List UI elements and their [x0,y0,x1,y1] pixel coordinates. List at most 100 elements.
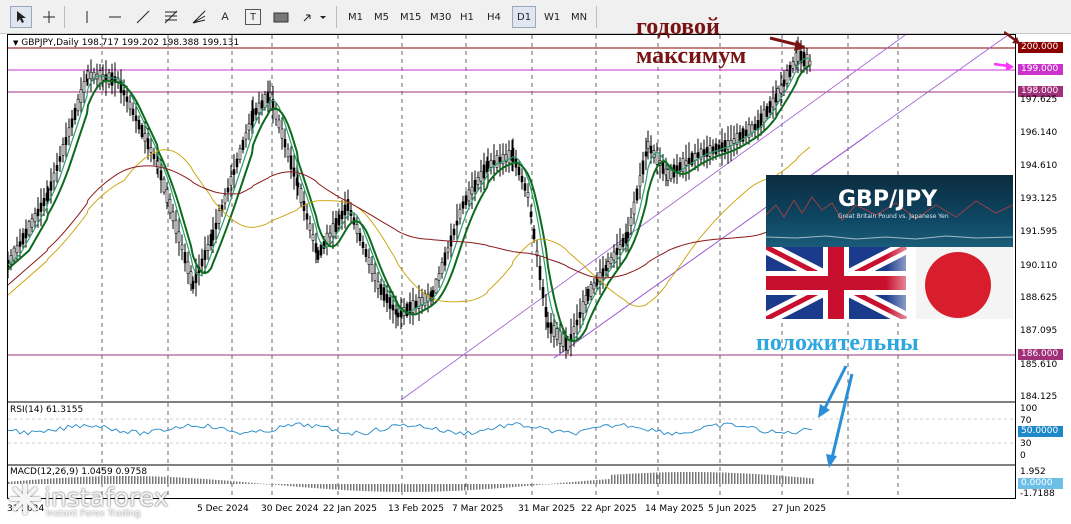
pair-title: GBP/JPY [838,187,938,212]
macd-bar [230,480,232,484]
macd-bar [341,484,343,490]
price-label: 184.125 [1020,392,1058,402]
candle-body [726,140,730,150]
timeframe-m5[interactable]: M5 [370,6,393,28]
macd-bar [557,483,559,484]
fan-icon[interactable] [188,6,210,28]
macd-bar [308,484,310,488]
date-label: 13 Feb 2025 [388,504,445,514]
candle-body [311,234,315,241]
text-tool-button[interactable]: A [214,6,236,28]
macd-bar [707,472,709,484]
candle-body [684,160,688,166]
price-label: 197.625 [1020,95,1058,105]
macd-bar [665,472,667,484]
candle-body [171,211,175,222]
candle-body [511,147,515,163]
macd-bar [701,472,703,484]
candle-body [156,160,160,170]
candle-body [479,170,483,182]
macd-bar [548,484,550,485]
timeframe-d1[interactable]: D1 [512,6,537,28]
candle-body [538,265,542,281]
candle-body [36,208,40,217]
timeframe-h4[interactable]: H4 [483,6,505,28]
macd-bar [629,473,631,484]
candle-body [165,189,169,203]
macd-bar [692,472,694,484]
timeframe-w1[interactable]: W1 [540,6,564,28]
candle-body [595,277,599,286]
fibonacci-icon[interactable] [160,6,182,28]
date-label: 31 Mar 2025 [518,504,576,514]
macd-bar [680,472,682,484]
macd-bar [770,475,772,484]
macd-bar [803,477,805,484]
timeframe-h1[interactable]: H1 [456,6,478,28]
candle-body [782,79,786,87]
macd-bar [728,472,730,484]
japan-flag-icon [925,252,991,318]
rsi-label: 30 [1020,439,1032,449]
logo-name: instaforex [44,483,169,512]
candle-body [316,250,320,260]
candle-body [693,153,697,161]
macd-bar [347,484,349,491]
candle-body [476,177,480,185]
macd-bar [248,482,250,484]
candle-body [358,232,362,242]
macd-bar [209,479,211,484]
vertical-line-icon[interactable] [76,6,98,28]
cursor-icon[interactable] [10,6,32,28]
candle-body [723,140,727,152]
candle-body [708,145,712,157]
arrows-dropdown-icon[interactable] [300,6,330,28]
arrow-to-199-icon [994,62,1014,71]
candle-body [64,137,68,145]
crosshair-icon[interactable] [38,6,60,28]
horizontal-line-icon[interactable] [104,6,126,28]
price-axis[interactable]: 200.000 199.000 198.000 197.625 196.140 … [994,30,1071,499]
timeframe-m15[interactable]: M15 [396,6,425,28]
rectangle-icon[interactable] [270,6,292,28]
candle-body [137,119,141,130]
candle-body [529,211,533,218]
candle-body [779,84,783,94]
candle-body [214,222,218,230]
candle-body [443,252,447,266]
yearly-max-annotation: годовой максимум [636,14,747,69]
macd-bar [422,484,424,492]
timeframe-m30[interactable]: M30 [426,6,455,28]
macd-bar [371,484,373,492]
candle-body [191,280,195,290]
macd-bar [296,484,298,487]
macd-bar [551,483,553,485]
chart-menu-icon[interactable]: ▼ [13,39,18,47]
text-label-tool-button[interactable]: T [245,9,261,25]
macd-bar [485,484,487,490]
candle-body [82,81,86,93]
date-label: 14 May 2025 [645,504,704,514]
trendline-icon[interactable] [132,6,154,28]
macd-bar [608,479,610,484]
macd-bar [338,484,340,490]
candle-body [107,72,111,85]
pair-card-image: GBP/JPY Great Britain Pound vs. Japanese… [766,175,1013,319]
candle-body [101,74,105,81]
candle-body [241,140,245,150]
macd-bar [440,484,442,492]
macd-bar [383,484,385,492]
candle-body [361,241,365,249]
macd-bar [785,476,787,484]
timeframe-m1[interactable]: M1 [344,6,367,28]
candle-body [131,108,135,115]
date-label: 22 Apr 2025 [581,504,637,514]
timeframe-mn[interactable]: MN [567,6,591,28]
positive-annotation: положительны [756,330,919,356]
candle-body [247,123,251,131]
macd-bar [365,484,367,492]
candle-body [364,249,368,257]
macd-bar [596,479,598,484]
macd-bar [434,484,436,492]
candle-body [274,109,278,120]
